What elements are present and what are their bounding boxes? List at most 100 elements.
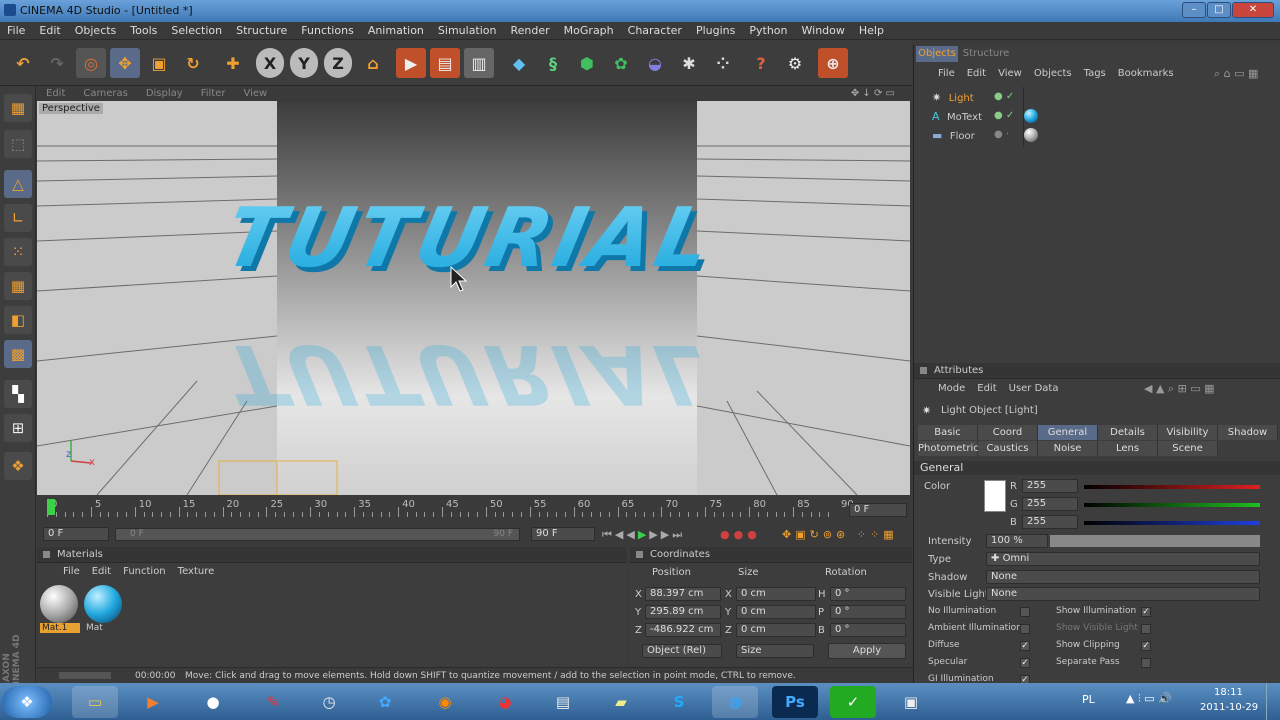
notepad-icon[interactable]: ▤ <box>540 686 586 718</box>
shadow-dropdown[interactable]: None <box>986 570 1260 584</box>
list-item[interactable]: ✷ Light ● ✓ <box>932 91 1152 107</box>
color-r-field[interactable]: 255 <box>1022 479 1078 493</box>
materials-menu-function[interactable]: Function <box>117 563 172 581</box>
photoshop-icon[interactable]: Ps <box>772 686 818 718</box>
rotate-icon[interactable]: ↻ <box>178 48 208 78</box>
objects-menu-tags[interactable]: Tags <box>1078 65 1112 83</box>
intensity-field[interactable]: 100 % <box>986 534 1048 548</box>
nurbs-icon[interactable]: ⬢ <box>572 48 602 78</box>
texture-mode-icon[interactable]: ▩ <box>4 340 32 368</box>
visible-light-dropdown[interactable]: None <box>986 587 1260 601</box>
explorer-icon[interactable]: ▭ <box>72 686 118 718</box>
tab-objects[interactable]: Objects <box>916 46 958 62</box>
tab-caustics[interactable]: Caustics <box>978 441 1038 456</box>
color-swatch[interactable] <box>984 480 1006 512</box>
sticky-notes-icon[interactable]: ▰ <box>598 686 644 718</box>
live-selection-icon[interactable]: ◎ <box>76 48 106 78</box>
tools-app-icon[interactable]: ▣ <box>888 686 934 718</box>
tray-icons[interactable]: ▲ ⫶ ▭ 🔊 <box>1126 692 1172 706</box>
green-slider[interactable] <box>1084 503 1260 507</box>
menu-python[interactable]: Python <box>742 22 794 39</box>
menu-tools[interactable]: Tools <box>123 22 164 39</box>
coordinate-mode-dropdown[interactable]: Object (Rel) <box>642 644 722 658</box>
tab-scene[interactable]: Scene <box>1158 441 1218 456</box>
type-dropdown[interactable]: ✚ Omni <box>986 552 1260 566</box>
close-button[interactable]: ✕ <box>1232 2 1274 18</box>
spline-icon[interactable]: § <box>538 48 568 78</box>
color-b-field[interactable]: 255 <box>1022 515 1078 529</box>
tab-lens[interactable]: Lens <box>1098 441 1158 456</box>
firefox-icon[interactable]: ◉ <box>422 686 468 718</box>
menu-objects[interactable]: Objects <box>68 22 124 39</box>
timeline-ruler[interactable]: 051015202530354045505560657075808590 0 F <box>37 495 910 525</box>
render-view-icon[interactable]: ▶ <box>396 48 426 78</box>
points-mode-icon[interactable]: ⁙ <box>4 238 32 266</box>
record-keys-icon[interactable]: ●●● <box>720 528 761 541</box>
app-icon[interactable]: ● <box>190 686 236 718</box>
menu-structure[interactable]: Structure <box>229 22 294 39</box>
tab-noise[interactable]: Noise <box>1038 441 1098 456</box>
current-frame-field[interactable]: 0 F <box>849 503 907 517</box>
menu-functions[interactable]: Functions <box>294 22 361 39</box>
timeline-playhead[interactable] <box>47 499 55 515</box>
show-desktop-button[interactable] <box>1266 683 1280 720</box>
visibility-dots[interactable]: ● ✓ <box>994 110 1014 121</box>
size-mode-dropdown[interactable]: Size <box>736 644 814 658</box>
network-app-icon[interactable]: ✿ <box>362 686 408 718</box>
tab-basic[interactable]: Basic <box>918 425 978 440</box>
render-picture-viewer-icon[interactable]: ▤ <box>430 48 460 78</box>
range-slider[interactable]: 0 F 90 F <box>115 528 520 541</box>
materials-menu-texture[interactable]: Texture <box>172 563 221 581</box>
blue-slider[interactable] <box>1084 521 1260 525</box>
settings-icon[interactable]: ⚙ <box>780 48 810 78</box>
viewport-menu-display[interactable]: Display <box>137 86 192 101</box>
visibility-dots[interactable]: ● ✓ <box>994 91 1014 102</box>
deformer-icon[interactable]: ◒ <box>640 48 670 78</box>
objects-menu-view[interactable]: View <box>992 65 1028 83</box>
scene-icon[interactable]: ✱ <box>674 48 704 78</box>
add-object-icon[interactable]: ✚ <box>218 48 248 78</box>
render-settings-icon[interactable]: ▥ <box>464 48 494 78</box>
tab-structure[interactable]: Structure <box>960 46 1012 62</box>
viewport-menu-filter[interactable]: Filter <box>192 86 235 101</box>
cinema4d-taskbar-icon[interactable]: ◍ <box>712 686 758 718</box>
visibility-dots[interactable]: ● · <box>994 129 1009 140</box>
chrome-icon[interactable]: ◕ <box>482 686 528 718</box>
objects-menu-edit[interactable]: Edit <box>961 65 992 83</box>
media-player-icon[interactable]: ▶ <box>130 686 176 718</box>
workplane-icon[interactable]: ❖ <box>4 452 32 480</box>
menu-window[interactable]: Window <box>795 22 852 39</box>
viewport-menu-edit[interactable]: Edit <box>37 86 74 101</box>
show-clipping-checkbox[interactable]: ✓ <box>1141 641 1151 651</box>
scale-icon[interactable]: ▣ <box>144 48 174 78</box>
layout-icon[interactable]: ▦ <box>4 94 32 122</box>
pos-x-field[interactable]: 88.397 cm <box>645 587 721 601</box>
particle-icon[interactable]: ⁘ <box>708 48 738 78</box>
checker-icon[interactable]: ▚ <box>4 380 32 408</box>
start-frame-field[interactable]: 0 F <box>43 527 109 541</box>
separate-pass-checkbox[interactable] <box>1141 658 1151 668</box>
tab-visibility[interactable]: Visibility <box>1158 425 1218 440</box>
size-z-field[interactable]: 0 cm <box>736 623 816 637</box>
menu-help[interactable]: Help <box>852 22 891 39</box>
menu-animation[interactable]: Animation <box>361 22 431 39</box>
objects-menu-objects[interactable]: Objects <box>1028 65 1078 83</box>
specular-checkbox[interactable]: ✓ <box>1020 658 1030 668</box>
web-icon[interactable]: ⊕ <box>818 48 848 78</box>
viewport-menu-cameras[interactable]: Cameras <box>74 86 136 101</box>
z-axis-icon[interactable]: Z <box>324 48 352 78</box>
attributes-nav-icons[interactable]: ◀ ▲ ⌕ ⊞ ▭ ▦ <box>1144 382 1215 396</box>
objects-menu-file[interactable]: File <box>932 65 961 83</box>
tab-shadow[interactable]: Shadow <box>1218 425 1278 440</box>
array-icon[interactable]: ✿ <box>606 48 636 78</box>
language-indicator[interactable]: PL <box>1082 693 1095 706</box>
menu-selection[interactable]: Selection <box>164 22 229 39</box>
axis-mode-icon[interactable]: ∟ <box>4 204 32 232</box>
checkmark-app-icon[interactable]: ✓ <box>830 686 876 718</box>
transport-controls[interactable]: ⏮◀◀▶▶▶⏭ <box>602 528 685 542</box>
rot-h-field[interactable]: 0 ° <box>830 587 906 601</box>
size-y-field[interactable]: 0 cm <box>736 605 816 619</box>
list-item[interactable]: ▬ Floor ● · <box>932 128 1152 145</box>
key-options-icons[interactable]: ✥▣↻⊚⊛ ⁘⁘▦ <box>782 528 898 541</box>
no-illumination-checkbox[interactable] <box>1020 607 1030 617</box>
